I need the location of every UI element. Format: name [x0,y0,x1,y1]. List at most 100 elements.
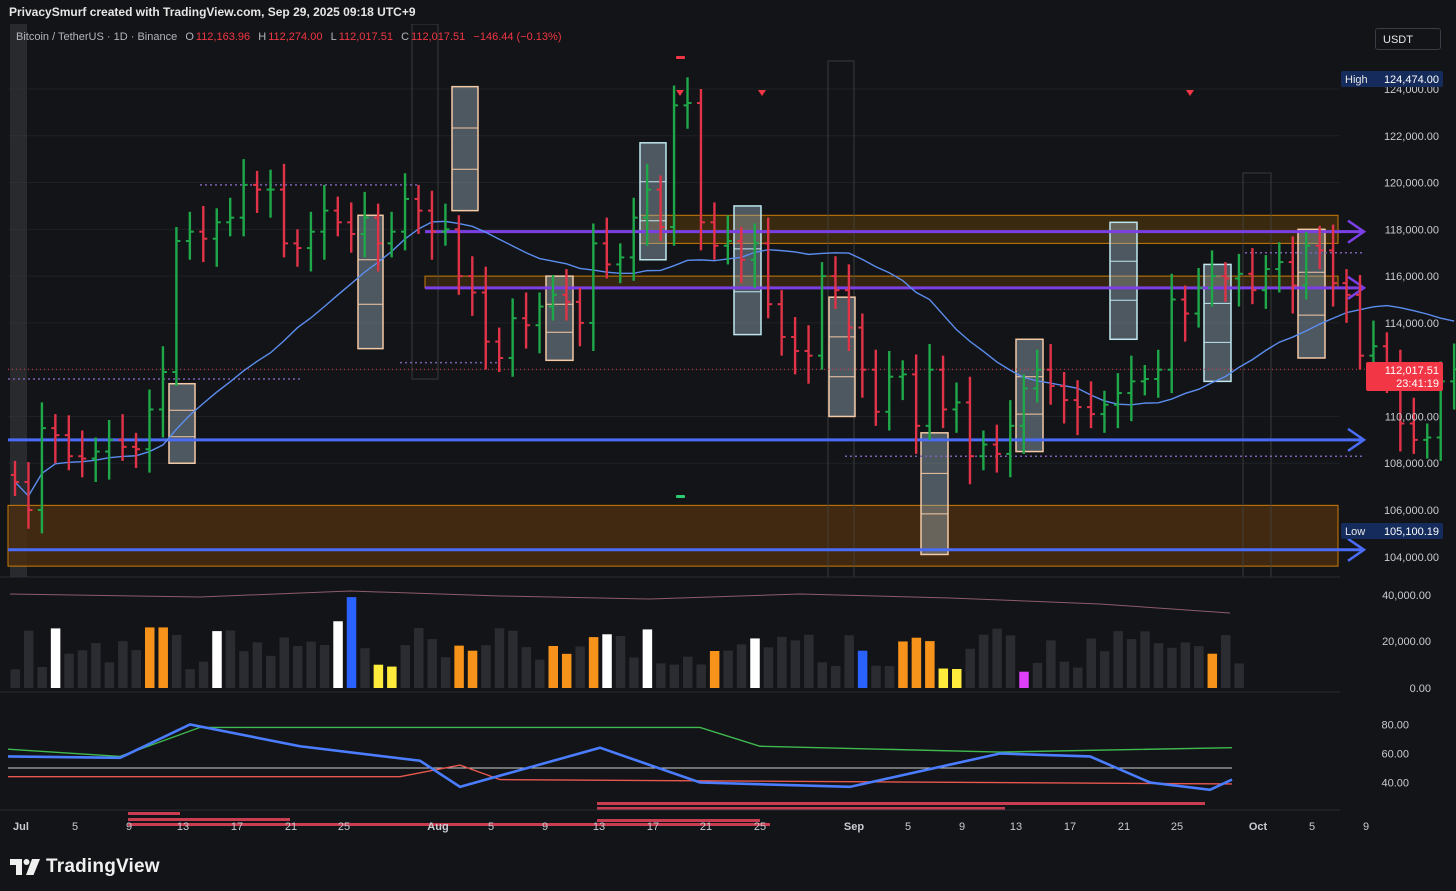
ohlc-c-label: C [401,31,410,43]
volume-bar [871,665,881,688]
volume-bar [1059,661,1070,688]
volume-bar [844,635,854,688]
volume-bar [212,631,222,688]
time-tick: 13 [1010,821,1022,833]
time-tick: 9 [1363,821,1369,833]
volume-bar [1046,640,1056,688]
overlay-box [1015,338,1044,453]
time-tick: 17 [231,821,243,833]
volume-tick: 40,000.00 [1382,590,1431,602]
volume-bar [911,637,922,688]
price-tick: 106,000.00 [1384,505,1439,517]
signal-band [597,802,1205,805]
attribution-text: PrivacySmurf created with TradingView.co… [9,5,416,19]
volume-bar [965,648,975,688]
volume-bar [414,628,424,688]
volume-bar [1113,631,1123,688]
volume-bar [10,669,20,688]
chart-canvas[interactable]: 124,000.00122,000.00120,000.00118,000.00… [0,24,1456,845]
overlay-box [1297,228,1326,359]
volume-bar [642,629,653,688]
ohlc-l-value: 112,017.51 [338,31,393,43]
volume-bar [118,641,128,688]
volume-bar [1005,635,1016,688]
symbol-legend: Bitcoin / TetherUS · 1D · Binance O 112,1… [16,31,564,43]
time-tick: 25 [1171,821,1183,833]
time-tick: 17 [647,821,659,833]
overlay-box [828,296,856,418]
symbol-name: Bitcoin / TetherUS · 1D · Binance [16,31,178,43]
volume-bar [548,645,558,688]
volume-bar [804,634,814,688]
volume-bar [696,664,706,688]
osc-tick: 80.00 [1381,720,1409,732]
ohlc-change: −146.44 (−0.13%) [473,31,562,43]
volume-bar [1207,653,1218,688]
volume-bar [171,634,182,688]
volume-bar [978,634,989,688]
ohlc-o-value: 112,163.96 [195,31,251,43]
volume-bar [1019,671,1029,688]
osc-tick: 40.00 [1381,778,1409,790]
volume-bar [467,650,478,688]
volume-bar [346,597,357,688]
volume-bar [575,646,585,688]
volume-bar [1099,651,1110,688]
volume-bar [1221,635,1231,688]
volume-bar [239,651,249,688]
volume-bar [319,645,330,688]
overlay-box [920,432,949,556]
time-tick: Jul [13,821,29,833]
price-tick: 122,000.00 [1384,131,1439,143]
high-tag: High 124,474.00 [1341,71,1443,87]
volume-bar [615,635,626,688]
currency-button[interactable]: USDT [1375,28,1441,50]
price-tick: 118,000.00 [1385,224,1439,236]
volume-bar [481,645,491,688]
time-tick: 5 [905,821,911,833]
volume-bar [1126,639,1137,688]
time-tick: 25 [338,821,350,833]
tradingview-logo[interactable]: TradingView [10,853,160,881]
price-tick: 120,000.00 [1384,178,1439,190]
overlay-box [451,85,479,212]
ohlc-o-label: O [185,31,194,43]
volume-bar [387,666,397,688]
volume-bar [938,668,949,688]
price-tick: 116,000.00 [1385,271,1439,283]
price-tick: 114,000.00 [1385,318,1439,330]
high-tag-label: High [1345,74,1368,86]
current-price-value: 112,017.51 [1385,365,1439,377]
volume-bar [252,642,263,688]
volume-bar [709,650,720,688]
signal-band [128,812,180,815]
ohlc-c-value: 112,017.51 [411,31,466,43]
marker-dash [676,495,685,498]
volume-bar [817,662,827,688]
osc-tick: 60.00 [1381,749,1409,761]
time-tick: Oct [1249,821,1268,833]
volume-bar [104,662,115,688]
time-tick: 21 [285,821,297,833]
volume-bar [1234,663,1244,688]
support-zone [7,504,1339,567]
time-tick: 9 [126,821,132,833]
volume-bar [494,628,505,688]
volume-bar [333,621,343,688]
ohlc-l-label: L [330,31,337,43]
volume-bar [454,645,464,688]
time-tick: 5 [488,821,494,833]
volume-tick: 20,000.00 [1382,636,1431,648]
volume-bar [1194,646,1204,688]
volume-bar [898,641,908,688]
low-tag-value: 105,100.19 [1384,526,1439,538]
volume-bar [763,647,774,688]
volume-bar [198,661,209,688]
volume-bar [306,641,316,688]
time-tick: 9 [542,821,548,833]
volume-bar [750,638,760,688]
volume-bar [1167,647,1177,688]
volume-bar [723,650,733,688]
price-tick: 104,000.00 [1384,552,1439,564]
volume-bar [440,657,451,688]
